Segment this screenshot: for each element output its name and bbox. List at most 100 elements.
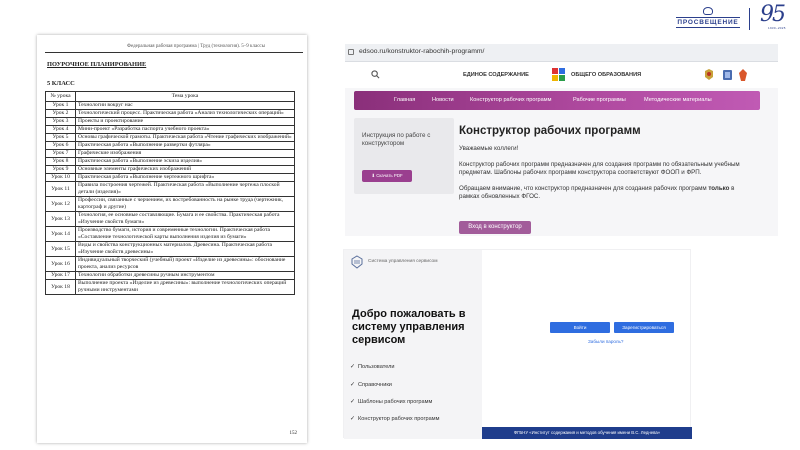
notice-text-part1: Обращаем внимание, что конструктор предн… xyxy=(459,185,709,192)
lesson-topic: Виды и свойства конструкционных материал… xyxy=(75,241,295,257)
document-title: ПОУРОЧНОЕ ПЛАНИРОВАНИЕ xyxy=(47,61,147,68)
main-navigation: Главная Новости Конструктор рабочих прог… xyxy=(354,91,760,110)
lesson-number: Урок 10 xyxy=(45,173,76,182)
class-label: 5 КЛАСС xyxy=(47,80,75,87)
url-text[interactable]: edsoo.ru/konstruktor-rabochih-programm/ xyxy=(359,48,484,55)
feature-item-label: Конструктор рабочих программ xyxy=(358,416,440,422)
lesson-table-body: Урок 1 Технологии вокруг нас Урок 2 Техноло… xyxy=(45,101,295,295)
nav-program-constructor[interactable]: Конструктор рабочих программ xyxy=(470,97,551,103)
column-header-number: № урока xyxy=(45,91,76,102)
check-icon: ✓ xyxy=(350,382,356,388)
lesson-number: Урок 15 xyxy=(45,241,76,257)
column-header-topic: Тема урока xyxy=(75,91,295,102)
nav-home[interactable]: Главная xyxy=(394,97,415,103)
table-row: Урок 4 Мини-проект «Разработка паспорта у… xyxy=(45,125,295,134)
logo-divider xyxy=(749,8,750,30)
welcome-heading: Добро пожаловать в систему управления се… xyxy=(352,308,466,346)
page-heading: Конструктор рабочих программ xyxy=(459,125,641,137)
feature-item-users: ✓ Пользователи xyxy=(350,363,395,370)
system-title: Система управления сервисом xyxy=(368,259,438,264)
nav-news[interactable]: Новости xyxy=(432,97,454,103)
lesson-topic: Технологии вокруг нас xyxy=(75,101,295,110)
nav-work-programs[interactable]: Рабочие программы xyxy=(573,97,626,103)
table-row: Урок 7 Графические изображения xyxy=(45,149,295,158)
description-text: Конструктор рабочих программ предназначе… xyxy=(459,161,740,176)
nav-methodical-materials[interactable]: Методические материалы xyxy=(644,97,712,103)
table-row: Урок 17 Технологии обработки древесины ру… xyxy=(45,271,295,280)
lesson-topic: Технология, ее основные составляющие. Бу… xyxy=(75,211,295,227)
lesson-topic: Основы графической грамоты. Практическая… xyxy=(75,133,295,142)
lesson-topic: Практическая работа «Выполнение развертк… xyxy=(75,141,295,150)
prosveshchenie-emblem-icon xyxy=(703,7,713,15)
check-icon: ✓ xyxy=(350,364,356,370)
search-icon[interactable] xyxy=(371,70,380,79)
table-row: Урок 11 Правила построения чертежей. Прак… xyxy=(45,181,295,197)
table-row: Урок 13 Технология, ее основные составляю… xyxy=(45,211,295,227)
ministry-emblems-icon xyxy=(705,69,747,81)
lesson-topic: Производство бумаги, история и современн… xyxy=(75,226,295,242)
login-button[interactable]: Войти xyxy=(550,322,610,333)
table-header-row: № урока Тема урока xyxy=(45,91,295,102)
table-row: Урок 14 Производство бумаги, история и со… xyxy=(45,226,295,242)
table-row: Урок 9 Основные элементы графических изоб… xyxy=(45,165,295,174)
feature-item-label: Справочники xyxy=(358,382,392,388)
table-row: Урок 18 Выполнение проекта «Изделие из др… xyxy=(45,279,295,295)
lesson-number: Урок 17 xyxy=(45,271,76,280)
slide: ПРОСВЕЩЕНИЕ 95 1930–2025 Федеральная раб… xyxy=(0,0,800,450)
anniversary-years: 1930–2025 xyxy=(768,26,786,30)
register-button[interactable]: Зарегистрироваться xyxy=(614,322,674,333)
lock-icon xyxy=(348,49,354,55)
browser-window: edsoo.ru/konstruktor-rabochih-programm/ … xyxy=(345,44,778,236)
prosveshchenie-logo-text: ПРОСВЕЩЕНИЕ xyxy=(676,17,740,28)
download-pdf-button[interactable]: ⬇ Скачать PDF xyxy=(362,170,412,182)
lesson-number: Урок 12 xyxy=(45,196,76,212)
site-brand-left[interactable]: ЕДИНОЕ СОДЕРЖАНИЕ xyxy=(463,72,529,78)
feature-item-references: ✓ Справочники xyxy=(350,381,392,388)
constructor-info: Конструктор рабочих программ Уважаемые к… xyxy=(459,118,759,236)
service-emblem-icon xyxy=(351,255,363,269)
table-row: Урок 15 Виды и свойства конструкционных м… xyxy=(45,241,295,257)
lesson-number: Урок 6 xyxy=(45,141,76,150)
lesson-number: Урок 16 xyxy=(45,256,76,272)
feature-item-constructor: ✓ Конструктор рабочих программ xyxy=(350,415,439,422)
lesson-topic: Технологии обработки древесины ручным ин… xyxy=(75,271,295,280)
document-header-rule xyxy=(45,52,303,53)
lesson-number: Урок 9 xyxy=(45,165,76,174)
lesson-number: Урок 8 xyxy=(45,157,76,166)
institute-footer: ФГБНУ «Институт содержания и методов обу… xyxy=(482,427,692,439)
site-brand-right[interactable]: ОБЩЕГО ОБРАЗОВАНИЯ xyxy=(571,72,641,78)
lesson-number: Урок 4 xyxy=(45,125,76,134)
enter-constructor-button[interactable]: Вход в конструктор xyxy=(459,221,531,234)
lesson-topic: Индивидуальный творческий (учебный) прое… xyxy=(75,256,295,272)
table-row: Урок 2 Технологический процесс. Практичес… xyxy=(45,109,295,118)
site-logo-icon[interactable] xyxy=(552,68,566,82)
lesson-number: Урок 13 xyxy=(45,211,76,227)
lesson-topic: Основные элементы графических изображени… xyxy=(75,165,295,174)
lesson-topic: Профессии, связанные с черчением, их вос… xyxy=(75,196,295,212)
table-row: Урок 10 Практическая работа «Выполнение ч… xyxy=(45,173,295,182)
forgot-password-link[interactable]: Забыли пароль? xyxy=(588,339,623,344)
lesson-number: Урок 7 xyxy=(45,149,76,158)
check-icon: ✓ xyxy=(350,399,356,405)
lesson-number: Урок 3 xyxy=(45,117,76,126)
lesson-topic: Практическая работа «Выполнение чертежно… xyxy=(75,173,295,182)
feature-item-label: Шаблоны рабочих программ xyxy=(358,399,433,405)
site-header: ЕДИНОЕ СОДЕРЖАНИЕ ОБЩЕГО ОБРАЗОВАНИЯ xyxy=(345,62,778,88)
anniversary-logo: 95 1930–2025 xyxy=(756,2,790,32)
instruction-card: Инструкция по работе с конструктором ⬇ С… xyxy=(354,118,454,194)
table-row: Урок 1 Технологии вокруг нас xyxy=(45,101,295,110)
table-row: Урок 16 Индивидуальный творческий (учебны… xyxy=(45,256,295,272)
address-bar[interactable]: edsoo.ru/konstruktor-rabochih-programm/ xyxy=(345,44,778,62)
check-icon: ✓ xyxy=(350,416,356,422)
download-pdf-label: Скачать PDF xyxy=(376,173,403,178)
feature-item-templates: ✓ Шаблоны рабочих программ xyxy=(350,398,432,405)
greeting-text: Уважаемые коллеги! xyxy=(459,145,519,152)
anniversary-number: 95 xyxy=(760,2,786,27)
notice-text: Обращаем внимание, что конструктор предн… xyxy=(459,185,755,201)
lesson-topic: Практическая работа «Выполнение эскиза и… xyxy=(75,157,295,166)
lesson-plan-document: Федеральная рабочая программа | Труд (те… xyxy=(37,35,307,443)
lesson-table: № урока Тема урока Урок 1 Технологии вокр… xyxy=(45,91,295,295)
page-number: 152 xyxy=(289,431,298,436)
prosveshchenie-logo: ПРОСВЕЩЕНИЕ xyxy=(676,7,740,33)
table-row: Урок 3 Проекты и проектирование xyxy=(45,117,295,126)
